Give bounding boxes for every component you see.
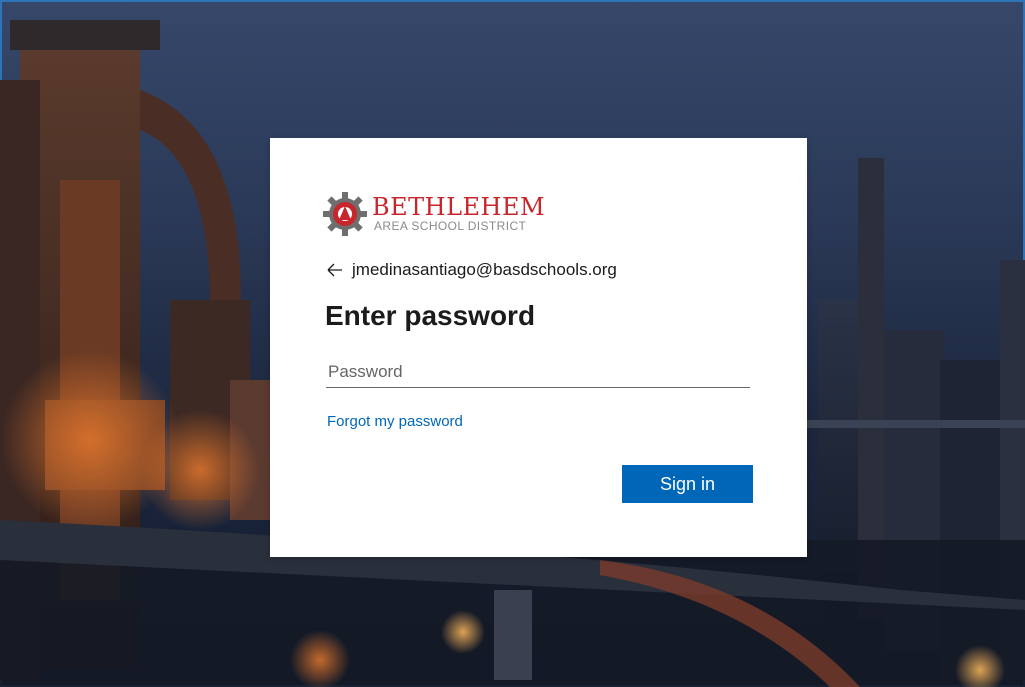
logo-subtitle: AREA SCHOOL DISTRICT [374,219,527,233]
login-page: BETHLEHEM AREA SCHOOL DISTRICT jmedinasa… [0,0,1025,687]
signin-card: BETHLEHEM AREA SCHOOL DISTRICT jmedinasa… [270,138,807,557]
back-arrow-icon[interactable] [326,262,344,278]
district-logo: BETHLEHEM AREA SCHOOL DISTRICT [323,192,546,236]
page-title: Enter password [325,300,536,331]
sign-in-button[interactable]: Sign in [622,465,753,503]
gear-emblem-icon [323,192,367,236]
identity-banner[interactable]: jmedinasantiago@basdschools.org [326,258,617,282]
logo-title: BETHLEHEM [372,193,546,221]
password-input[interactable] [326,356,750,388]
forgot-password-link[interactable]: Forgot my password [327,412,463,432]
account-email: jmedinasantiago@basdschools.org [352,260,617,279]
